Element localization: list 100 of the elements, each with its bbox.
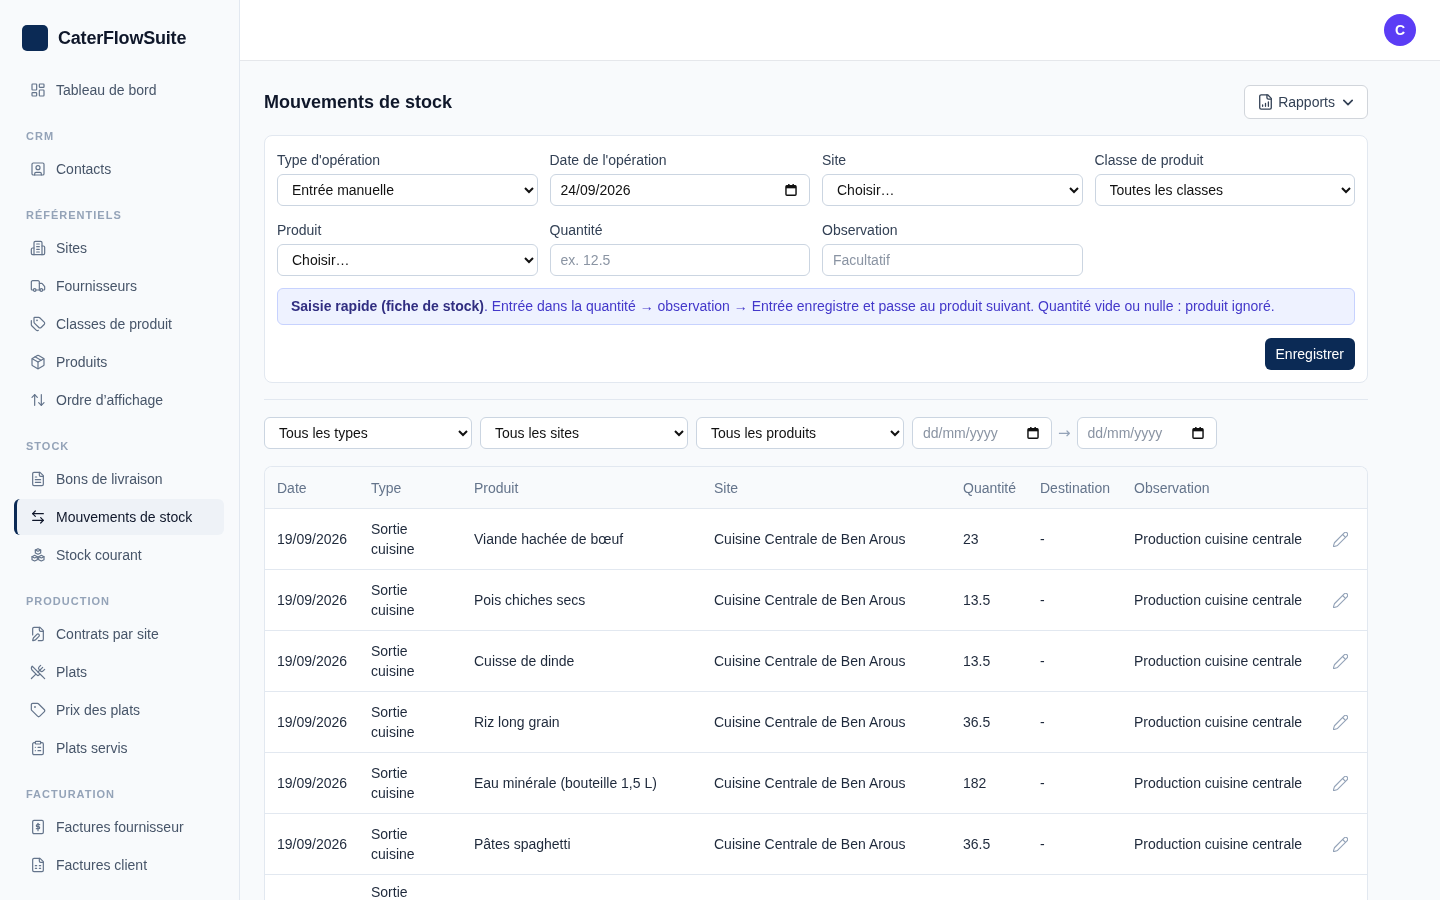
dropdown[interactable]: Entrée manuelle — [277, 174, 538, 206]
field-label: Type d'opération — [277, 151, 381, 169]
calendar-icon[interactable] — [1191, 427, 1204, 439]
sidebar-item[interactable]: Prix des plats — [14, 692, 224, 728]
building-icon — [30, 240, 46, 256]
table-cell: 19/09/2026 — [277, 775, 348, 791]
calendar-icon[interactable] — [785, 184, 797, 196]
user-avatar[interactable]: C — [1384, 14, 1416, 46]
table-cell: Cuisine Centrale de Ben Arous — [714, 775, 906, 791]
section-heading: FACTURATION — [25, 787, 115, 802]
app-name: CaterFlowSuite — [58, 27, 187, 49]
dashboard-icon — [30, 82, 46, 98]
sidebar-item[interactable]: Produits — [14, 344, 224, 380]
tag-icon — [30, 702, 46, 718]
column-header: Produit — [462, 467, 702, 509]
truck-icon — [30, 278, 46, 294]
sidebar-item[interactable]: Contrats par site — [14, 616, 224, 652]
sidebar-item[interactable]: Tableau de bord — [14, 72, 224, 108]
clipboard-icon — [30, 740, 46, 756]
field-label: Observation — [822, 221, 898, 239]
input-field[interactable]: Facultatif — [822, 244, 1083, 276]
reports-button[interactable]: Rapports — [1244, 85, 1368, 119]
sidebar-item[interactable]: Plats servis — [14, 730, 224, 766]
tags-icon — [30, 316, 46, 332]
sidebar-item[interactable]: Bons de livraison — [14, 461, 224, 497]
file-chart-icon — [1259, 94, 1273, 110]
table-cell: Sortie cuisine — [371, 826, 415, 862]
section-heading: STOCK — [25, 439, 70, 454]
table-cell: 19/09/2026 — [277, 592, 348, 608]
table-cell: Sortie cuisine — [371, 521, 415, 557]
filter-dropdown[interactable]: Tous les sites — [480, 417, 688, 449]
table-cell: - — [1040, 775, 1045, 791]
table-cell: Pâtes spaghetti — [474, 836, 571, 852]
table-cell: Sortie cuisine — [371, 765, 415, 801]
table-cell: Sortie cuisine — [371, 643, 415, 679]
filter-dropdown[interactable]: Tous les produits — [696, 417, 904, 449]
table-cell: Production cuisine centrale — [1134, 836, 1303, 852]
file-table-icon — [30, 857, 46, 873]
sidebar-item[interactable]: Fournisseurs — [14, 268, 224, 304]
dropdown[interactable]: Toutes les classes — [1094, 174, 1355, 206]
boxes-icon — [30, 547, 46, 563]
table-cell: 13.5 — [963, 592, 991, 608]
table-cell: 23 — [963, 531, 979, 547]
sidebar-item[interactable]: Plats — [14, 654, 224, 690]
table-cell: Cuisse de dinde — [474, 653, 575, 669]
table-cell: Cuisine Centrale de Ben Arous — [714, 531, 906, 547]
table-cell: Sortie cuisine — [371, 582, 415, 618]
table-cell: - — [1040, 531, 1045, 547]
field-label: Produit — [277, 221, 322, 239]
sidebar-item[interactable]: Contacts — [14, 151, 224, 187]
table-cell: 182 — [963, 775, 987, 791]
date-field[interactable]: dd/mm/yyyy — [912, 417, 1052, 449]
table-cell: Eau minérale (bouteille 1,5 L) — [474, 775, 657, 791]
date-field[interactable]: dd/mm/yyyy — [1076, 417, 1217, 449]
dropdown[interactable]: Choisir… — [822, 174, 1083, 206]
sidebar-item[interactable]: Factures fournisseur — [14, 809, 224, 845]
table-cell: - — [1040, 653, 1045, 669]
table-cell: Production cuisine centrale — [1134, 775, 1303, 791]
table-cell: Cuisine Centrale de Ben Arous — [714, 592, 906, 608]
dropdown[interactable]: Choisir… — [277, 244, 538, 276]
save-button[interactable]: Enregistrer — [1264, 338, 1355, 370]
sidebar-item[interactable]: Factures client — [14, 847, 224, 883]
table-cell: Production cuisine centrale — [1134, 531, 1303, 547]
field-label: Quantité — [549, 221, 603, 239]
chevron-down-icon — [1343, 98, 1353, 106]
field-label: Classe de produit — [1094, 151, 1204, 169]
filter-dropdown[interactable]: Tous les types — [264, 417, 472, 449]
sidebar-item[interactable]: Sites — [14, 230, 224, 266]
table-cell: 36.5 — [963, 714, 991, 730]
table-cell: Cuisine Centrale de Ben Arous — [714, 714, 906, 730]
sidebar-item[interactable]: Classes de produit — [14, 306, 224, 342]
contact-card-icon — [30, 161, 46, 177]
field-label: Site — [822, 151, 847, 169]
table-cell: Viande hachée de bœuf — [474, 531, 624, 547]
pencil-icon[interactable] — [1333, 592, 1348, 608]
date-field[interactable]: 24/09/2026 — [549, 174, 810, 206]
column-header: Destination — [1028, 467, 1122, 509]
pencil-icon[interactable] — [1333, 653, 1348, 669]
transfer-arrows-icon — [30, 509, 46, 525]
sidebar-item[interactable]: Ordre d’affichage — [14, 382, 224, 418]
column-header: Type — [359, 467, 462, 509]
sidebar-item[interactable]: Mouvements de stock — [14, 499, 224, 535]
sidebar-item[interactable]: Stock courant — [14, 537, 224, 573]
pencil-icon[interactable] — [1333, 714, 1348, 730]
sort-arrows-icon — [30, 392, 46, 408]
page-title: Mouvements de stock — [264, 91, 453, 113]
pencil-icon[interactable] — [1333, 531, 1348, 547]
calendar-icon[interactable] — [1027, 427, 1039, 439]
pencil-icon[interactable] — [1333, 836, 1348, 852]
table-cell: - — [1040, 714, 1045, 730]
input-field[interactable]: ex. 12.5 — [549, 244, 810, 276]
column-header: Observation — [1122, 467, 1320, 509]
table-cell: 19/09/2026 — [277, 836, 348, 852]
receipt-icon — [30, 819, 46, 835]
document-icon — [30, 471, 46, 487]
table-cell: Production cuisine centrale — [1134, 714, 1303, 730]
table-cell: Riz long grain — [474, 714, 560, 730]
column-header: Site — [702, 467, 951, 509]
pencil-icon[interactable] — [1333, 775, 1348, 791]
table-cell: 19/09/2026 — [277, 714, 348, 730]
